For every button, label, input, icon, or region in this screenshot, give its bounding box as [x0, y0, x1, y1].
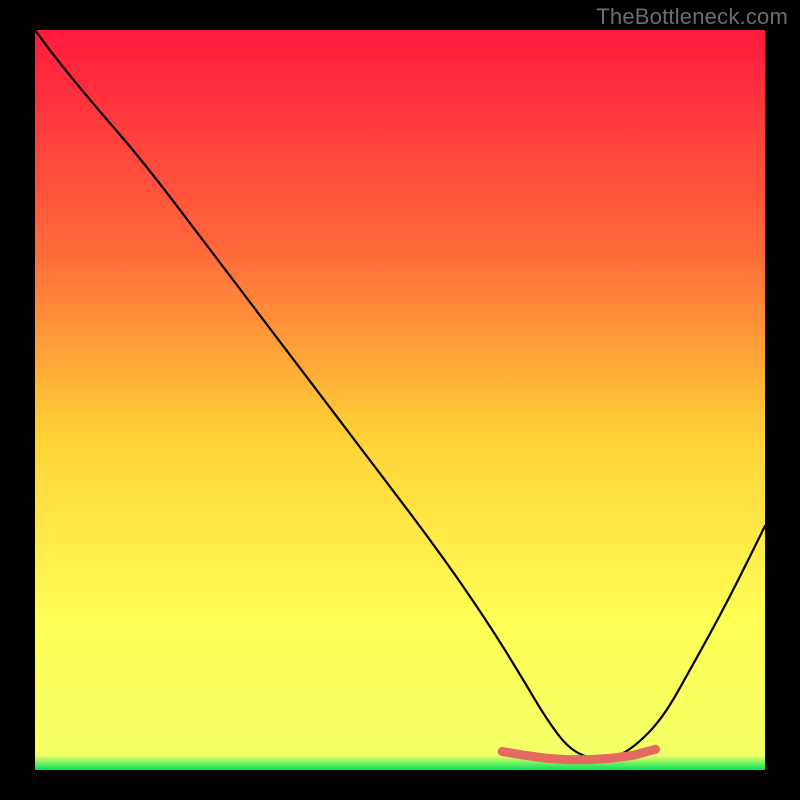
chart-frame: TheBottleneck.com — [0, 0, 800, 800]
chart-plot-area — [35, 30, 765, 770]
watermark-text: TheBottleneck.com — [596, 4, 788, 30]
chart-svg — [35, 30, 765, 770]
gradient-background — [35, 30, 765, 770]
